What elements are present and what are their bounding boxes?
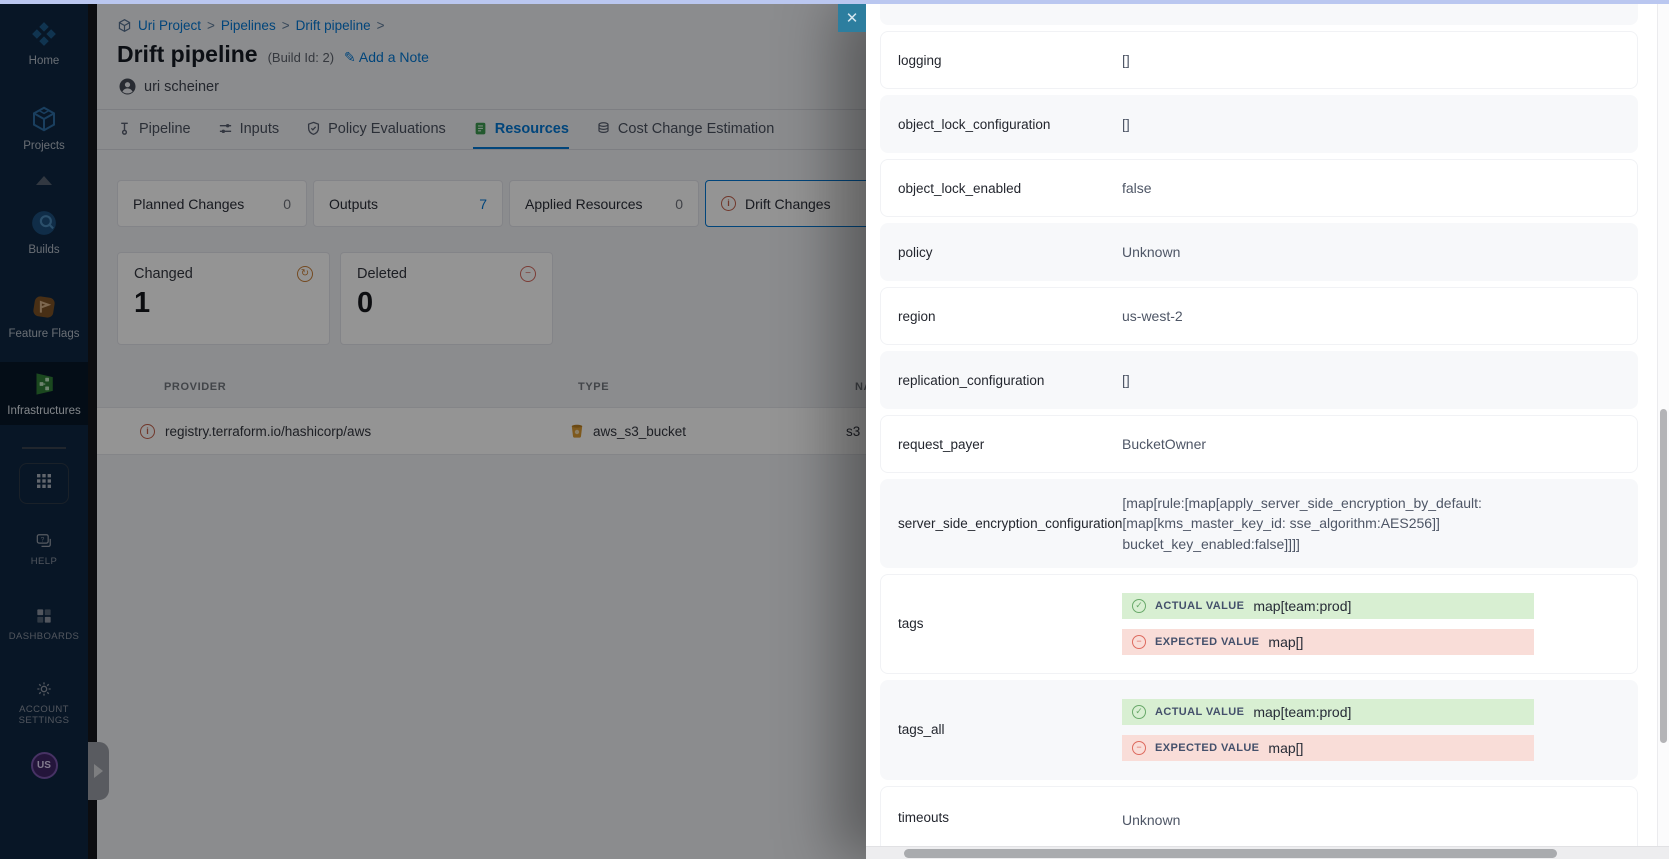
drift-details-drawer: [] logging [] object_lock_configuration … xyxy=(866,0,1669,859)
attribute-row[interactable]: region us-west-2 xyxy=(880,287,1638,345)
attribute-row[interactable]: tags_all ✓ ACTUAL VALUE map[team:prod] −… xyxy=(880,680,1638,780)
attribute-value: us-west-2 xyxy=(1122,306,1183,326)
attribute-row[interactable]: object_lock_enabled false xyxy=(880,159,1638,217)
drift-values: ✓ ACTUAL VALUE map[team:prod] − EXPECTED… xyxy=(1122,588,1534,660)
attribute-row[interactable]: tags ✓ ACTUAL VALUE map[team:prod] − EXP… xyxy=(880,574,1638,674)
attribute-value: [] xyxy=(1122,114,1130,134)
attribute-value: [] xyxy=(1122,370,1130,390)
vertical-scrollbar-thumb[interactable] xyxy=(1660,409,1667,743)
browser-top-strip xyxy=(0,0,1669,4)
expected-value-chip: − EXPECTED VALUE map[] xyxy=(1122,735,1534,761)
minus-circle-icon: − xyxy=(1132,741,1146,755)
attribute-value: false xyxy=(1122,178,1152,198)
vertical-scrollbar xyxy=(1657,0,1669,846)
minus-circle-icon: − xyxy=(1132,635,1146,649)
attribute-name: tags_all xyxy=(898,722,1122,737)
horizontal-scrollbar xyxy=(866,846,1669,859)
check-circle-icon: ✓ xyxy=(1132,599,1146,613)
attribute-name: region xyxy=(898,309,1122,324)
attribute-name: tags xyxy=(898,616,1122,631)
drift-values: ✓ ACTUAL VALUE map[team:prod] − EXPECTED… xyxy=(1122,694,1534,766)
attribute-name: server_side_encryption_configuration xyxy=(898,516,1122,531)
attribute-value: Unknown xyxy=(1122,810,1180,830)
attribute-row[interactable]: request_payer BucketOwner xyxy=(880,415,1638,473)
attribute-value: [map[rule:[map[apply_server_side_encrypt… xyxy=(1122,493,1482,554)
attribute-name: logging xyxy=(898,53,1122,68)
attribute-row[interactable]: logging [] xyxy=(880,31,1638,89)
attribute-row[interactable]: policy Unknown xyxy=(880,223,1638,281)
actual-value-chip: ✓ ACTUAL VALUE map[team:prod] xyxy=(1122,593,1534,619)
attribute-name: object_lock_configuration xyxy=(898,117,1122,132)
attribute-value: BucketOwner xyxy=(1122,434,1206,454)
attribute-name: replication_configuration xyxy=(898,373,1122,388)
attribute-name: timeouts xyxy=(898,810,1122,825)
attribute-row[interactable]: replication_configuration [] xyxy=(880,351,1638,409)
expected-value-chip: − EXPECTED VALUE map[] xyxy=(1122,629,1534,655)
attribute-value: Unknown xyxy=(1122,242,1180,262)
attribute-name: policy xyxy=(898,245,1122,260)
attribute-value: [] xyxy=(1122,50,1130,70)
actual-value-chip: ✓ ACTUAL VALUE map[team:prod] xyxy=(1122,699,1534,725)
attribute-name: request_payer xyxy=(898,437,1122,452)
attribute-list: [] logging [] object_lock_configuration … xyxy=(880,0,1638,859)
attribute-name: object_lock_enabled xyxy=(898,181,1122,196)
drawer-close-button[interactable]: ✕ xyxy=(838,3,866,32)
check-circle-icon: ✓ xyxy=(1132,705,1146,719)
horizontal-scrollbar-thumb[interactable] xyxy=(904,849,1557,858)
attribute-row[interactable]: object_lock_configuration [] xyxy=(880,95,1638,153)
attribute-row[interactable]: server_side_encryption_configuration [ma… xyxy=(880,479,1638,568)
